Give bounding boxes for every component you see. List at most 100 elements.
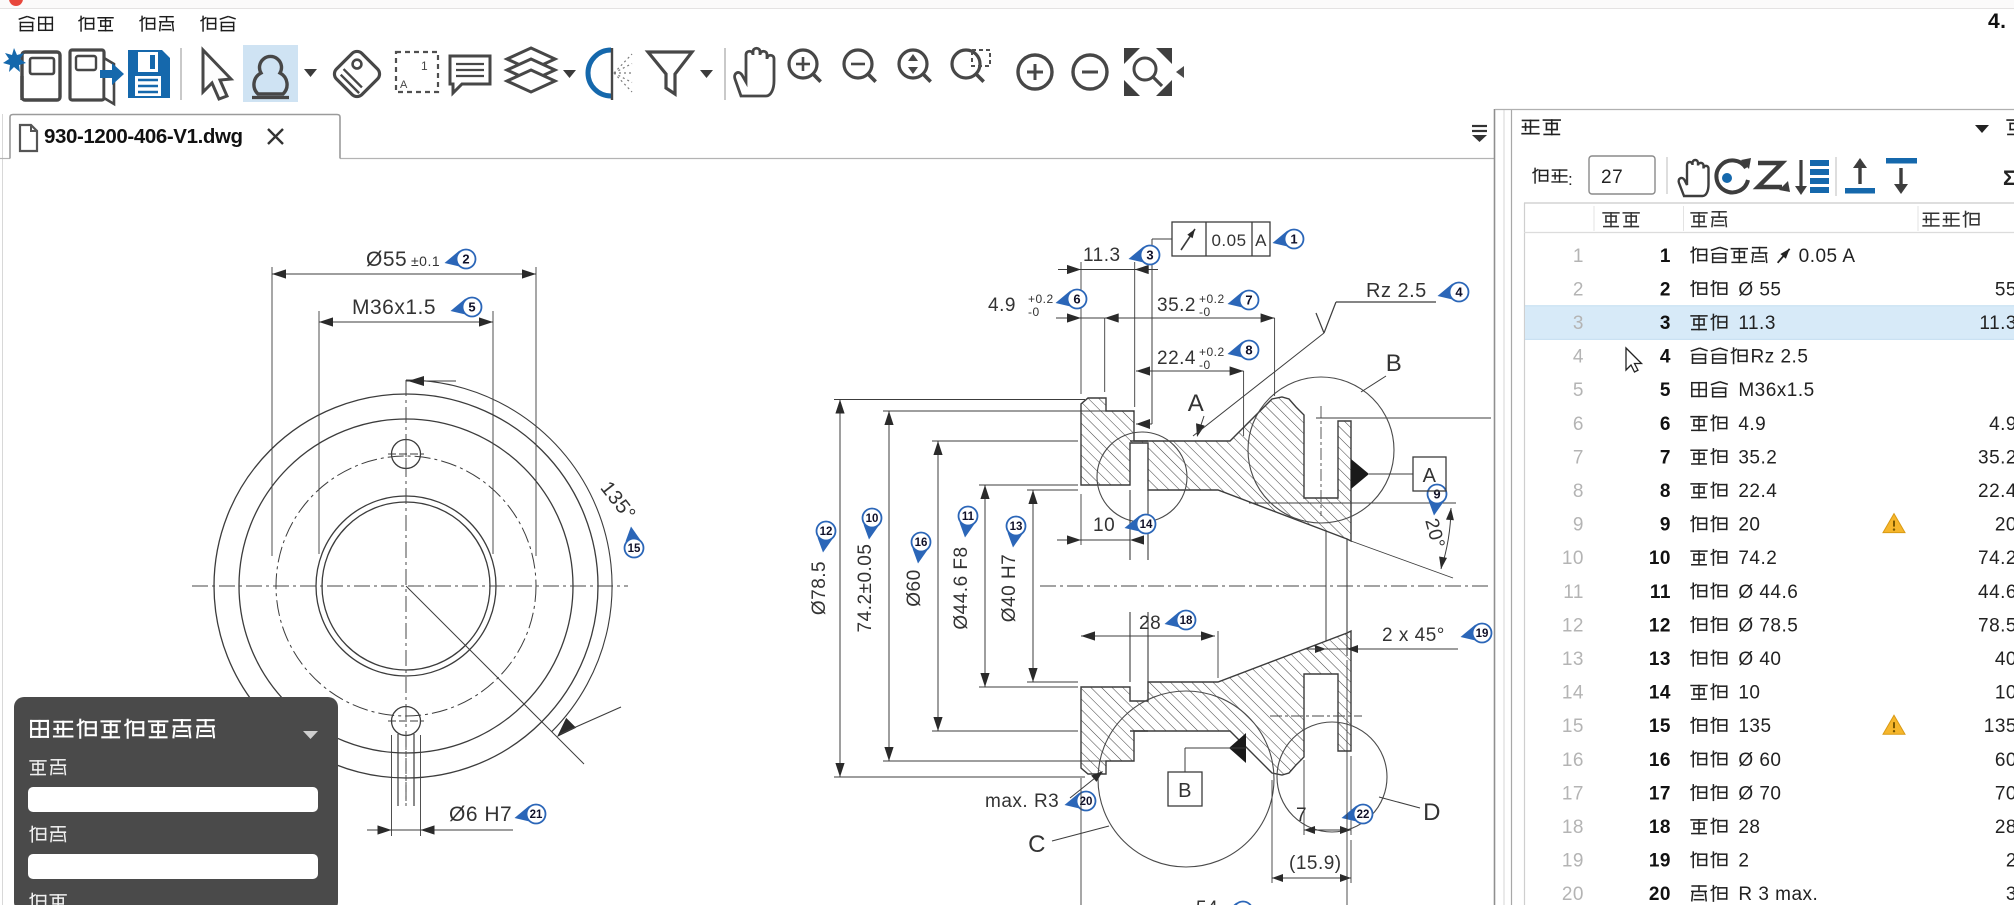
svg-text:R 3 max.: R 3 max.	[1738, 884, 1818, 905]
svg-text:4: 4	[1573, 347, 1584, 368]
svg-text:11: 11	[962, 511, 975, 523]
svg-text:4.9: 4.9	[1738, 414, 1766, 435]
svg-text:+0.2: +0.2	[1199, 345, 1225, 359]
svg-text:15: 15	[1562, 716, 1584, 737]
svg-text:27: 27	[1601, 167, 1623, 188]
svg-text:D: D	[1423, 799, 1441, 826]
svg-text:2: 2	[1660, 279, 1671, 300]
svg-text:±0.1: ±0.1	[411, 253, 440, 269]
svg-text:19: 19	[1562, 851, 1584, 872]
svg-text:35.2: 35.2	[1738, 447, 1777, 468]
svg-text:Ø 70: Ø 70	[1738, 783, 1781, 804]
svg-text:8: 8	[1245, 343, 1252, 358]
svg-text:13: 13	[1562, 649, 1584, 670]
svg-text:70: 70	[1995, 783, 2014, 804]
svg-text:1: 1	[421, 59, 428, 73]
svg-text:1: 1	[1573, 246, 1584, 267]
svg-text:Ø 44.6: Ø 44.6	[1738, 582, 1798, 603]
svg-text:78.5: 78.5	[1978, 615, 2014, 636]
svg-text:C: C	[1028, 831, 1046, 858]
svg-text:max. R3: max. R3	[985, 791, 1059, 812]
svg-text:16: 16	[1562, 750, 1584, 771]
svg-text:4: 4	[1660, 347, 1671, 368]
svg-text:28: 28	[1738, 817, 1760, 838]
svg-text:-0: -0	[1199, 358, 1211, 372]
svg-text:18: 18	[1649, 817, 1671, 838]
svg-text:13: 13	[1010, 521, 1023, 533]
svg-text:4.9: 4.9	[988, 295, 1016, 316]
svg-text:135: 135	[1738, 716, 1771, 737]
svg-text:12: 12	[1562, 615, 1584, 636]
svg-text:6: 6	[1073, 292, 1080, 307]
svg-text:12: 12	[820, 526, 833, 538]
svg-text:13: 13	[1649, 649, 1671, 670]
svg-text:8: 8	[1573, 481, 1584, 502]
svg-text:2 x 45°: 2 x 45°	[1382, 625, 1445, 646]
svg-text:4.9: 4.9	[1989, 414, 2014, 435]
svg-text:22: 22	[1357, 809, 1370, 821]
svg-text:M36x1.5: M36x1.5	[352, 296, 436, 319]
svg-text:74.2: 74.2	[1978, 548, 2014, 569]
svg-text:1: 1	[1290, 232, 1297, 247]
svg-text:11: 11	[1650, 582, 1671, 603]
svg-text:54: 54	[1196, 898, 1218, 905]
svg-text:Ø 60: Ø 60	[1738, 750, 1781, 771]
svg-text:18: 18	[1180, 615, 1193, 627]
svg-text:10: 10	[866, 513, 879, 525]
svg-text:+0.2: +0.2	[1199, 292, 1225, 306]
svg-text:11.3: 11.3	[1083, 245, 1121, 266]
svg-text:16: 16	[1649, 750, 1671, 771]
svg-text:22.4: 22.4	[1157, 348, 1196, 369]
svg-text:9: 9	[1573, 515, 1584, 536]
svg-text:12: 12	[1649, 615, 1671, 636]
svg-text:22.4: 22.4	[1978, 481, 2014, 502]
svg-text:Ø40 H7: Ø40 H7	[999, 554, 1020, 622]
svg-text:2: 2	[2006, 851, 2014, 872]
svg-text:11.3: 11.3	[1979, 313, 2014, 334]
svg-text:7: 7	[1573, 447, 1584, 468]
svg-text:1: 1	[1660, 246, 1671, 267]
svg-text:15: 15	[1649, 716, 1671, 737]
svg-text:9: 9	[1433, 487, 1440, 502]
svg-text:11: 11	[1563, 582, 1584, 603]
svg-text:3: 3	[1146, 248, 1153, 263]
svg-text:18: 18	[1562, 817, 1584, 838]
svg-text:3: 3	[2006, 884, 2014, 905]
svg-text:A: A	[400, 79, 408, 91]
svg-text:0.05 A: 0.05 A	[1799, 246, 1856, 267]
svg-text:40: 40	[1995, 649, 2014, 670]
svg-text:Rz 2.5: Rz 2.5	[1366, 280, 1427, 302]
svg-text:21: 21	[530, 809, 543, 821]
svg-text:44.6: 44.6	[1978, 582, 2014, 603]
svg-text:10: 10	[1995, 683, 2014, 704]
svg-text:5: 5	[1573, 380, 1584, 401]
svg-text:19: 19	[1476, 628, 1489, 640]
svg-text:17: 17	[1649, 783, 1671, 804]
svg-text:5: 5	[468, 300, 475, 315]
svg-text:Ø44.6 F8: Ø44.6 F8	[951, 546, 972, 629]
svg-text:Ø60: Ø60	[904, 569, 925, 606]
svg-text:10: 10	[1649, 548, 1671, 569]
svg-text:2: 2	[1738, 851, 1749, 872]
svg-text:(15.9): (15.9)	[1289, 853, 1342, 874]
svg-text:74.2: 74.2	[1738, 548, 1777, 569]
svg-text:135: 135	[1984, 716, 2014, 737]
svg-text:6: 6	[1660, 414, 1671, 435]
svg-text:Σ: Σ	[2003, 167, 2014, 190]
svg-text:74.2±0.05: 74.2±0.05	[855, 544, 876, 633]
svg-text:A: A	[1423, 465, 1437, 487]
svg-text:3: 3	[1660, 313, 1671, 334]
svg-text:-0: -0	[1028, 305, 1040, 319]
svg-text:55: 55	[1995, 279, 2014, 300]
svg-text:0.05: 0.05	[1211, 231, 1246, 250]
svg-text:20: 20	[1649, 884, 1671, 905]
svg-text:14: 14	[1562, 683, 1584, 704]
svg-text::: :	[1568, 170, 1573, 189]
svg-text:-0: -0	[1199, 305, 1211, 319]
svg-text:Ø 78.5: Ø 78.5	[1738, 615, 1798, 636]
svg-text:20: 20	[1562, 884, 1584, 905]
svg-text:10: 10	[1093, 515, 1115, 536]
svg-text:4: 4	[1455, 285, 1463, 300]
svg-text:9: 9	[1660, 515, 1671, 536]
svg-text:B: B	[1178, 780, 1192, 802]
